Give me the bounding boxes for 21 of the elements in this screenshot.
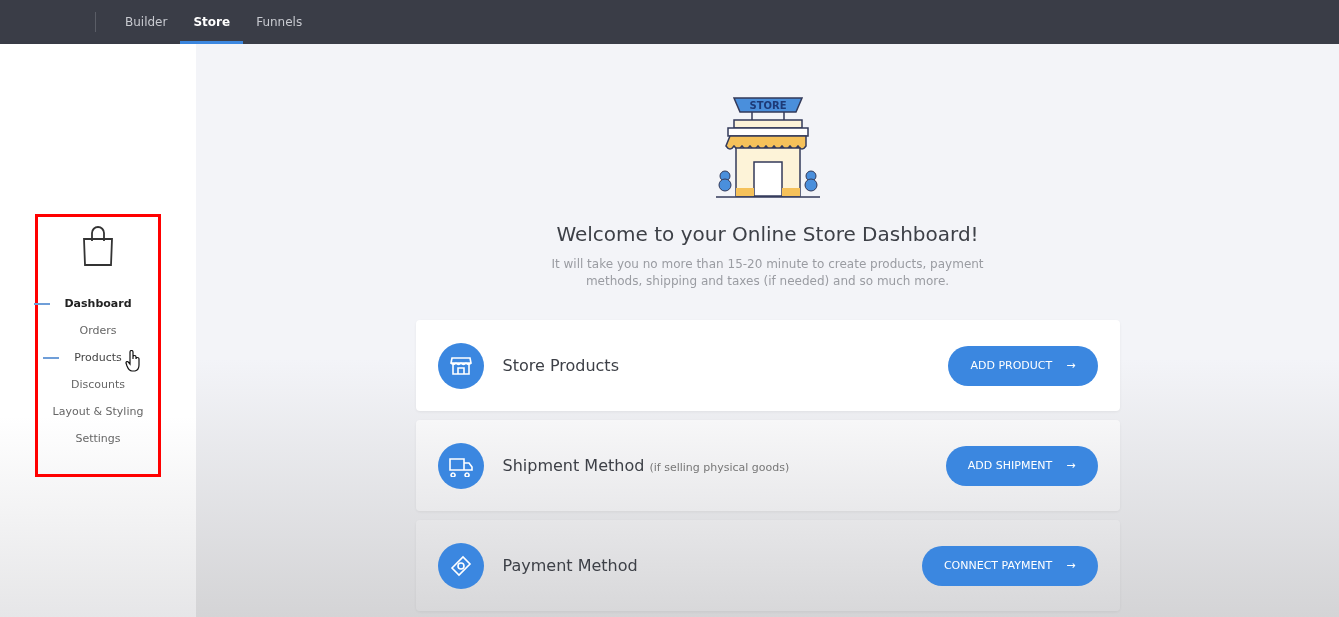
sidebar-item[interactable]: Settings: [75, 425, 121, 452]
sidebar-item[interactable]: Discounts: [71, 371, 125, 398]
sidebar-item[interactable]: Layout & Styling: [52, 398, 144, 425]
step-title: Shipment Method (if selling physical goods): [502, 456, 791, 475]
nav-tab[interactable]: Funnels: [243, 0, 316, 44]
step-title: Payment Method: [502, 556, 639, 575]
step-button[interactable]: CONNECT PAYMENT →: [921, 545, 1098, 586]
active-indicator: [34, 303, 51, 305]
hover-indicator: [43, 357, 60, 359]
shopping-bag-icon: [81, 225, 115, 267]
welcome-title: Welcome to your Online Store Dashboard!: [556, 222, 979, 246]
sidebar-item[interactable]: Dashboard: [64, 290, 132, 317]
step-button[interactable]: ADD PRODUCT →: [948, 345, 1098, 386]
welcome-subtitle: It will take you no more than 15-20 minute to create products, payment methods, shipping and taxes (if needed) and so much more.: [550, 256, 985, 290]
nav-tab[interactable]: Builder: [112, 0, 181, 44]
sidebar-item[interactable]: Orders: [79, 317, 117, 344]
step-button[interactable]: ADD SHIPMENT →: [945, 445, 1098, 486]
step-title: Store Products: [502, 356, 620, 375]
sidebar-item[interactable]: Products: [74, 344, 122, 371]
storefront-drawing: STORE: [715, 96, 820, 200]
hand-cursor-icon: [124, 350, 141, 372]
